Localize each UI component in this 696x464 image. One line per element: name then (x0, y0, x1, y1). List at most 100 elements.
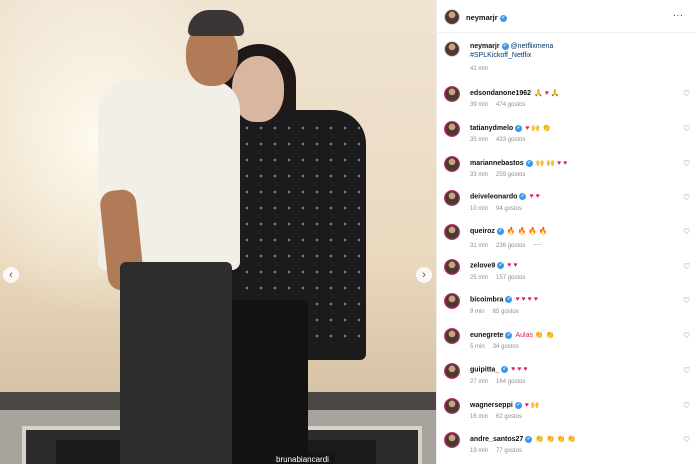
comment-meta: 10 min 94 gostos (470, 206, 530, 212)
heart-outline-icon[interactable]: ♡ (683, 227, 690, 236)
comment-username[interactable]: tatianydmelo (470, 125, 513, 132)
comment-body: deiveleonardo ✓ ♥ ♥ (470, 193, 540, 200)
comment-username[interactable]: edsondanone1962 (470, 90, 531, 97)
verified-badge-icon: ✓ (519, 193, 527, 200)
comment-likes[interactable]: 65 gostos (493, 309, 519, 315)
comment-avatar[interactable] (444, 121, 460, 137)
comment-likes[interactable]: 34 gostos (493, 344, 519, 350)
verified-badge-icon: ✓ (501, 366, 509, 373)
comment-username[interactable]: bicoimbra (470, 296, 503, 303)
comment-time: 19 min (470, 448, 489, 454)
comment-avatar[interactable] (444, 259, 460, 275)
comment-username[interactable]: guipitta_ (470, 366, 499, 373)
comment-body: edsondanone1962 🙏 ♥ 🙏 (470, 89, 560, 97)
comment-meta: 27 min 164 gostos (470, 379, 533, 385)
comment-avatar[interactable] (444, 156, 460, 172)
comment-username[interactable]: zelove9 (470, 262, 495, 269)
comment-username[interactable]: andre_santos27 (470, 436, 523, 443)
comment-meta: 35 min 433 gostos (470, 137, 533, 143)
comment-username[interactable]: wagnerseppi (470, 402, 513, 409)
comment-avatar[interactable] (444, 432, 460, 448)
comment-avatar[interactable] (444, 224, 460, 240)
heart-outline-icon[interactable]: ♡ (683, 435, 690, 444)
post-photo[interactable]: ‹ › brunabiancardi (0, 0, 436, 464)
photo-user-tag[interactable]: brunabiancardi (270, 453, 335, 464)
caption-username[interactable]: neymarjr (470, 43, 500, 50)
comment-text: 🙏 ♥ 🙏 (534, 90, 560, 97)
comment-meta: 31 min 236 gostos ··· (470, 240, 549, 249)
comment-body: tatianydmelo ✓ ♥ 🙌 👏 (470, 124, 551, 132)
comment-likes[interactable]: 157 gostos (496, 275, 525, 281)
comment-more-icon[interactable]: ··· (533, 240, 541, 249)
comment-likes[interactable]: 474 gostos (496, 102, 525, 108)
heart-outline-icon[interactable]: ♡ (683, 331, 690, 340)
caption-mention[interactable]: @netflixmena (511, 43, 554, 50)
author-username[interactable]: neymarjr ✓ (466, 13, 507, 22)
instagram-post-view: ‹ › brunabiancardi neymarjr ✓ ··· neymarj… (0, 0, 696, 464)
previous-photo-arrow-icon[interactable]: ‹ (3, 267, 19, 283)
comment-likes[interactable]: 94 gostos (496, 206, 522, 212)
comment-avatar[interactable] (444, 293, 460, 309)
verified-badge-icon: ✓ (525, 159, 533, 167)
comment-avatar[interactable] (444, 363, 460, 379)
heart-outline-icon[interactable]: ♡ (683, 296, 690, 305)
man-cap (188, 10, 244, 36)
caption-time: 41 min (470, 66, 489, 72)
comment-time: 27 min (470, 379, 489, 385)
comment-text: ♥ 🙌 (524, 402, 540, 409)
comment-time: 9 min (470, 309, 485, 315)
comment-likes[interactable]: 433 gostos (496, 137, 525, 143)
comment-likes[interactable]: 164 gostos (496, 379, 525, 385)
comment-body: mariannebastos ✓ 🙌 🙌 ♥ ♥ (470, 159, 567, 167)
comment-body: bicoimbra ✓ ♥ ♥ ♥ ♥ (470, 296, 538, 303)
heart-outline-icon[interactable]: ♡ (683, 124, 690, 133)
comment-body: queiroz ✓ 🔥 🔥 🔥 🔥 (470, 227, 548, 235)
comment-username[interactable]: deiveleonardo (470, 193, 517, 200)
comment-username[interactable]: queiroz (470, 228, 495, 235)
caption-avatar[interactable] (444, 41, 460, 57)
comment-meta: 25 min 157 gostos (470, 275, 533, 281)
woman-pants (226, 300, 308, 464)
comment-time: 31 min (470, 243, 489, 249)
comment-body: eunegrete ✓ Aulas 👏 👏 (470, 331, 554, 339)
comment-username[interactable]: eunegrete (470, 332, 503, 339)
comment-body: andre_santos27 ✓ 👏 👏 👏 👏 (470, 435, 576, 443)
heart-outline-icon[interactable]: ♡ (683, 401, 690, 410)
heart-outline-icon[interactable]: ♡ (683, 193, 690, 202)
author-username-text[interactable]: neymarjr (466, 13, 498, 22)
heart-outline-icon[interactable]: ♡ (683, 366, 690, 375)
comment-avatar[interactable] (444, 86, 460, 102)
man-pants (120, 262, 232, 464)
comment-time: 5 min (470, 344, 485, 350)
next-photo-arrow-icon[interactable]: › (416, 267, 432, 283)
comment-time: 25 min (470, 275, 489, 281)
comment-meta: 33 min 259 gostos (470, 172, 533, 178)
heart-outline-icon[interactable]: ♡ (683, 262, 690, 271)
more-options-icon[interactable]: ··· (673, 10, 684, 20)
verified-badge-icon: ✓ (505, 296, 513, 303)
comment-avatar[interactable] (444, 398, 460, 414)
verified-badge-icon: ✓ (499, 14, 507, 22)
heart-outline-icon[interactable]: ♡ (683, 159, 690, 168)
comment-likes[interactable]: 77 gostos (496, 448, 522, 454)
comment-username[interactable]: mariannebastos (470, 160, 524, 167)
heart-outline-icon[interactable]: ♡ (683, 89, 690, 98)
comment-likes[interactable]: 62 gostos (496, 414, 522, 420)
comment-avatar[interactable] (444, 328, 460, 344)
comment-likes[interactable]: 236 gostos (496, 243, 525, 249)
comment-meta: 9 min 65 gostos (470, 309, 527, 315)
verified-badge-icon: ✓ (514, 401, 522, 409)
comment-body: guipitta_ ✓ ♥ ♥ ♥ (470, 366, 528, 373)
comment-likes[interactable]: 259 gostos (496, 172, 525, 178)
comment-avatar[interactable] (444, 190, 460, 206)
caption-hashtag[interactable]: #SPLKickoff_Netflix (470, 52, 531, 59)
comment-text: ♥ ♥ (529, 193, 540, 201)
comment-body: zelove9 ✓ ♥ ♥ (470, 262, 518, 269)
author-avatar[interactable] (444, 9, 460, 25)
comment-text: 🔥 🔥 🔥 🔥 (506, 228, 548, 235)
comment-body: wagnerseppi ✓ ♥ 🙌 (470, 401, 540, 409)
comment-meta: 16 min 62 gostos (470, 414, 530, 420)
comment-time: 10 min (470, 206, 489, 212)
comment-text: Aulas 👏 👏 (515, 332, 555, 339)
comment-time: 35 min (470, 137, 489, 143)
